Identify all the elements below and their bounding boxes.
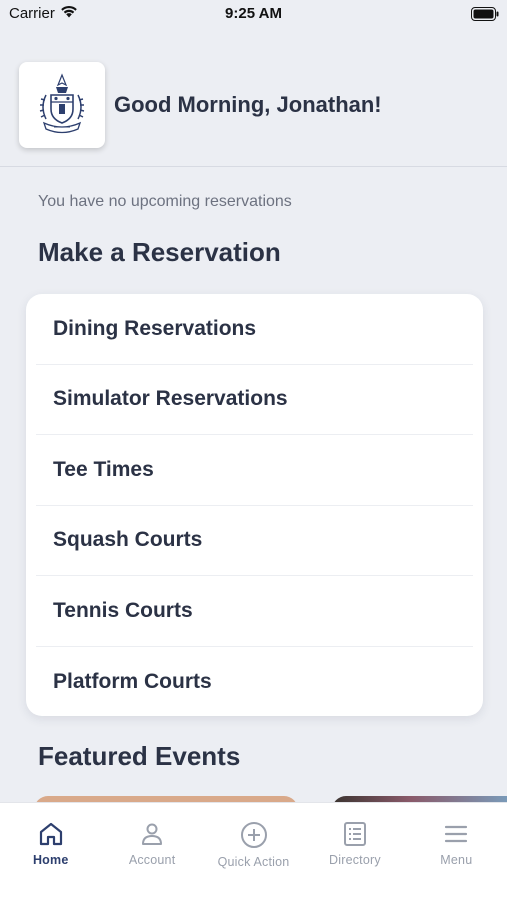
make-reservation-heading: Make a Reservation bbox=[38, 237, 281, 267]
home-header: Good Morning, Jonathan! bbox=[0, 40, 507, 167]
directory-icon bbox=[343, 822, 366, 846]
tab-label: Account bbox=[128, 853, 176, 867]
tab-label: Home bbox=[32, 853, 69, 867]
status-bar: Carrier 9:25 AM bbox=[0, 0, 507, 30]
tab-label: Directory bbox=[329, 853, 381, 867]
tab-home[interactable]: Home bbox=[0, 803, 101, 900]
featured-events-heading: Featured Events bbox=[38, 741, 241, 771]
tab-directory[interactable]: Directory bbox=[304, 803, 405, 900]
home-icon bbox=[39, 822, 62, 846]
reservation-item-squash[interactable]: Squash Courts bbox=[36, 506, 473, 576]
no-reservations-message: You have no upcoming reservations bbox=[38, 193, 292, 210]
reservation-item-platform[interactable]: Platform Courts bbox=[36, 647, 473, 718]
tab-account[interactable]: Account bbox=[101, 803, 202, 900]
tab-label: Quick Action bbox=[217, 855, 290, 869]
status-time: 9:25 AM bbox=[225, 5, 282, 22]
reservation-item-tee-times[interactable]: Tee Times bbox=[36, 435, 473, 506]
club-crest-icon bbox=[39, 73, 85, 134]
greeting-text: Good Morning, Jonathan! bbox=[114, 92, 382, 117]
tab-menu[interactable]: Menu bbox=[406, 803, 507, 900]
reservation-item-tennis[interactable]: Tennis Courts bbox=[36, 576, 473, 647]
battery-icon bbox=[471, 7, 499, 25]
club-logo[interactable] bbox=[19, 62, 105, 148]
plus-circle-icon bbox=[240, 822, 267, 848]
reservation-item-dining[interactable]: Dining Reservations bbox=[36, 294, 473, 365]
bottom-tab-bar: Home Account Quick Action Directory Menu bbox=[0, 802, 507, 900]
reservation-item-simulator[interactable]: Simulator Reservations bbox=[36, 365, 473, 435]
tab-label: Menu bbox=[440, 853, 473, 867]
reservation-list: Dining Reservations Simulator Reservatio… bbox=[26, 294, 483, 716]
menu-icon bbox=[445, 825, 468, 843]
account-icon bbox=[142, 823, 163, 845]
tab-quick-action[interactable]: Quick Action bbox=[203, 803, 304, 900]
